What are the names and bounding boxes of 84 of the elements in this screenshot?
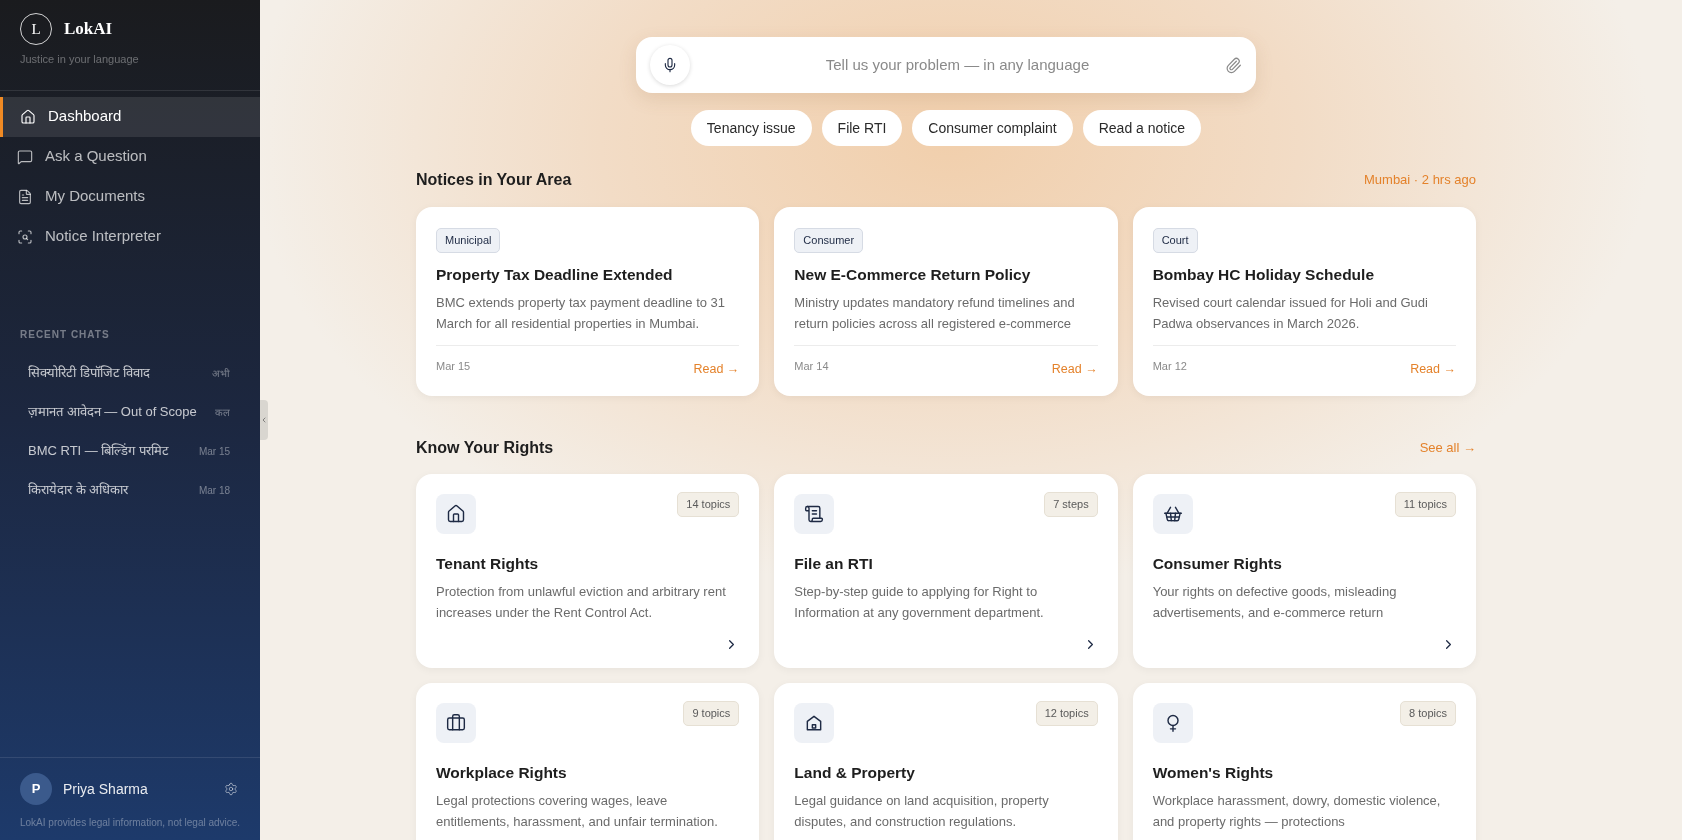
rights-card[interactable]: 9 topics Workplace Rights Legal protections covering wages, leave entitlements, harassment, and unfair termination.: [416, 683, 760, 840]
notice-title: Bombay HC Holiday Schedule: [1152, 264, 1375, 285]
notice-date: Mar 15: [436, 358, 471, 374]
search-field[interactable]: Tell us your problem — in any language: [702, 53, 1213, 77]
disclaimer: LokAI provides legal information, not legal advice.: [20, 816, 240, 830]
user-name: Priya Sharma: [63, 779, 148, 799]
nav-item[interactable]: My Documents: [0, 176, 260, 217]
rights-card[interactable]: 11 topics Consumer Rights Your rights on defective goods, misleading advertisements, and e-commerce return: [1132, 474, 1476, 668]
mic-button[interactable]: [650, 45, 690, 85]
recent-chat-item[interactable]: BMC RTI — बिल्डिंग परमिट Mar 15: [0, 431, 260, 471]
chat-time: Mar 15: [198, 444, 230, 459]
chat-time: कल: [215, 405, 230, 420]
card-description: Legal protections covering wages, leave entitlements, harassment, and unfair termination.: [436, 792, 719, 832]
rights-card[interactable]: 8 topics Women's Rights Workplace harassment, dowry, domestic violence, and property rights — protections: [1132, 683, 1476, 840]
category-tag: Consumer: [794, 228, 864, 253]
count-badge: 11 topics: [1394, 492, 1456, 517]
card-description: Legal guidance on land acquisition, property disputes, and construction regulations.: [794, 792, 1050, 832]
card-title: Land & Property: [794, 763, 916, 783]
rights-card[interactable]: 12 topics Land & Property Legal guidance on land acquisition, property disputes, and construction regulations.: [774, 683, 1118, 840]
chat-time: अभी: [212, 366, 230, 381]
notice-description: Revised court calendar issued for Holi and Gudi Padwa observances in March 2026.: [1152, 293, 1429, 333]
recent-chat-item[interactable]: किरायेदार के अधिकार Mar 18: [0, 470, 260, 510]
card-description: Workplace harassment, dowry, domestic violence, and property rights — protections: [1152, 792, 1442, 832]
basket-icon: [1162, 504, 1183, 524]
section-title: Know Your Rights: [416, 438, 554, 458]
count-badge: 7 steps: [1044, 492, 1098, 517]
nav-item[interactable]: Ask a Question: [0, 136, 260, 177]
avatar: P: [20, 773, 52, 805]
microphone-icon: [662, 57, 678, 73]
paperclip-icon[interactable]: [1225, 56, 1242, 74]
search-bar[interactable]: Tell us your problem — in any language: [636, 37, 1256, 93]
notice-card[interactable]: Municipal Property Tax Deadline Extended BMC extends property tax payment deadline to 31 March for all residential properties in Mumbai. Mar 15 Read →: [416, 207, 760, 396]
count-badge: 9 topics: [683, 701, 740, 726]
chat-title: सिक्योरिटी डिपॉजिट विवाद: [28, 364, 151, 383]
briefcase-icon: [446, 713, 466, 733]
nav-item[interactable]: Dashboard: [0, 96, 260, 137]
card-description: Your rights on defective goods, misleading advertisements, and e-commerce return: [1152, 583, 1398, 623]
app-name: LokAI: [64, 18, 113, 41]
count-badge: 12 topics: [1035, 701, 1098, 726]
document-icon: [17, 188, 33, 205]
category-tag: Court: [1152, 228, 1198, 253]
notice-title: Property Tax Deadline Extended: [436, 264, 674, 285]
card-description: Step-by-step guide to applying for Right to Information at any government department.: [794, 583, 1045, 623]
suggestion-chip[interactable]: File RTI: [821, 110, 903, 146]
card-title: Consumer Rights: [1152, 554, 1283, 574]
chat-title: किरायेदार के अधिकार: [28, 481, 129, 500]
rights-card[interactable]: 14 topics Tenant Rights Protection from unlawful eviction and arbitrary rent increases under the Rent Control Act.: [416, 474, 760, 668]
card-title: Women's Rights: [1152, 763, 1275, 783]
recent-chat-item[interactable]: ज़मानत आवेदन — Out of Scope कल: [0, 392, 260, 432]
tagline: Justice in your language: [20, 52, 140, 67]
chat-bubble-icon: [17, 148, 33, 165]
nav-item[interactable]: Notice Interpreter: [0, 216, 260, 257]
section-title: Notices in Your Area: [416, 170, 572, 190]
card-description: Protection from unlawful eviction and arbitrary rent increases under the Rent Control Act.: [436, 583, 727, 623]
card-title: Workplace Rights: [436, 763, 568, 783]
home-icon: [20, 108, 36, 125]
chat-title: ज़मानत आवेदन — Out of Scope: [28, 403, 197, 422]
notice-card[interactable]: Court Bombay HC Holiday Schedule Revised court calendar issued for Holi and Gudi Padwa observances in March 2026. Mar 12 Read →: [1132, 207, 1476, 396]
suggestion-chip[interactable]: Read a notice: [1082, 110, 1202, 146]
suggestion-chip[interactable]: Tenancy issue: [690, 110, 812, 146]
collapse-handle[interactable]: [260, 400, 268, 440]
notice-description: BMC extends property tax payment deadline to 31 March for all residential properties in Mumbai.: [436, 293, 727, 333]
notice-description: Ministry updates mandatory refund timelines and return policies across all registered e-commerce: [794, 293, 1076, 333]
chat-title: BMC RTI — बिल्डिंग परमिट: [28, 442, 170, 461]
location-meta: Mumbai · 2 hrs ago: [1364, 171, 1476, 190]
chat-time: Mar 18: [198, 483, 230, 498]
count-badge: 8 topics: [1400, 701, 1456, 726]
notice-title: New E-Commerce Return Policy: [794, 264, 1032, 285]
card-title: Tenant Rights: [436, 554, 540, 574]
rights-card[interactable]: 7 steps File an RTI Step-by-step guide to applying for Right to Information at any government department.: [774, 474, 1118, 668]
section-heading: RECENT CHATS: [19, 327, 111, 342]
category-tag: Municipal: [436, 228, 501, 253]
suggestion-chip[interactable]: Consumer complaint: [912, 110, 1073, 146]
count-badge: 14 topics: [677, 492, 740, 517]
settings-icon[interactable]: [224, 782, 238, 796]
card-title: File an RTI: [794, 554, 874, 574]
notice-date: Mar 14: [794, 358, 829, 374]
scan-icon: [17, 228, 33, 245]
document-icon: [804, 504, 825, 524]
chevron-left-icon: [260, 415, 268, 425]
notice-date: Mar 12: [1152, 358, 1187, 374]
recent-chat-item[interactable]: सिक्योरिटी डिपॉजिट विवाद अभी: [0, 353, 260, 393]
house-icon: [446, 504, 466, 524]
notice-card[interactable]: Consumer New E-Commerce Return Policy Ministry updates mandatory refund timelines and return policies across all registered e-commerce Mar 14 Read →: [774, 207, 1118, 396]
